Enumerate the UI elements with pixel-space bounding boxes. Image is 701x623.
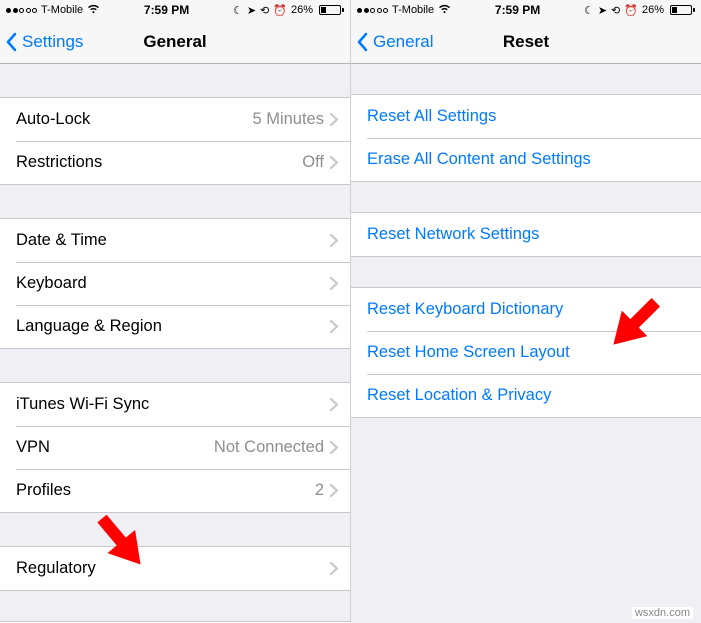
- chevron-right-icon: [330, 234, 338, 247]
- location-icon: ➤: [598, 4, 607, 17]
- row-label: Restrictions: [16, 153, 102, 172]
- row-label: Regulatory: [16, 559, 96, 578]
- row-label: VPN: [16, 438, 50, 457]
- row-reset-keyboard-dictionary[interactable]: Reset Keyboard Dictionary: [351, 288, 701, 331]
- back-label: General: [373, 32, 433, 52]
- nav-bar: Settings General: [0, 20, 350, 64]
- row-label: Date & Time: [16, 231, 107, 250]
- row-auto-lock[interactable]: Auto-Lock 5 Minutes: [0, 98, 350, 141]
- battery-icon: [317, 5, 344, 15]
- row-label: iTunes Wi-Fi Sync: [16, 395, 149, 414]
- moon-icon: ☾: [233, 4, 243, 17]
- chevron-right-icon: [330, 156, 338, 169]
- carrier-label: T-Mobile: [392, 4, 434, 16]
- row-label: Reset Keyboard Dictionary: [367, 300, 563, 319]
- signal-dots-icon: [357, 8, 388, 13]
- moon-icon: ☾: [584, 4, 594, 17]
- row-value: 2: [315, 481, 324, 500]
- row-label: Erase All Content and Settings: [367, 150, 591, 169]
- row-language-region[interactable]: Language & Region: [0, 305, 350, 348]
- row-restrictions[interactable]: Restrictions Off: [0, 141, 350, 184]
- location-icon: ➤: [247, 4, 256, 17]
- battery-pct: 26%: [642, 4, 664, 16]
- row-label: Reset Location & Privacy: [367, 386, 551, 405]
- battery-pct: 26%: [291, 4, 313, 16]
- row-label: Profiles: [16, 481, 71, 500]
- row-reset-all-settings[interactable]: Reset All Settings: [351, 95, 701, 138]
- row-itunes-wifi-sync[interactable]: iTunes Wi-Fi Sync: [0, 383, 350, 426]
- chevron-right-icon: [330, 441, 338, 454]
- reset-list[interactable]: Reset All Settings Erase All Content and…: [351, 64, 701, 623]
- status-bar: T-Mobile 7:59 PM ☾ ➤ ⟲ ⏰ 26%: [0, 0, 350, 20]
- row-date-time[interactable]: Date & Time: [0, 219, 350, 262]
- rotation-lock-icon: ⟲: [260, 4, 269, 17]
- row-regulatory[interactable]: Regulatory: [0, 547, 350, 590]
- carrier-label: T-Mobile: [41, 4, 83, 16]
- status-bar: T-Mobile 7:59 PM ☾ ➤ ⟲ ⏰ 26%: [351, 0, 701, 20]
- chevron-left-icon: [6, 32, 18, 52]
- chevron-right-icon: [330, 277, 338, 290]
- row-keyboard[interactable]: Keyboard: [0, 262, 350, 305]
- back-button[interactable]: Settings: [0, 32, 83, 52]
- back-label: Settings: [22, 32, 83, 52]
- row-vpn[interactable]: VPN Not Connected: [0, 426, 350, 469]
- wifi-icon: [87, 4, 100, 17]
- row-reset-location-privacy[interactable]: Reset Location & Privacy: [351, 374, 701, 417]
- row-value: Not Connected: [214, 438, 324, 457]
- chevron-right-icon: [330, 398, 338, 411]
- settings-list[interactable]: Auto-Lock 5 Minutes Restrictions Off Dat…: [0, 64, 350, 623]
- row-label: Reset All Settings: [367, 107, 496, 126]
- phone-general: T-Mobile 7:59 PM ☾ ➤ ⟲ ⏰ 26% Settings: [0, 0, 351, 623]
- alarm-icon: ⏰: [624, 4, 638, 17]
- row-erase-all-content[interactable]: Erase All Content and Settings: [351, 138, 701, 181]
- status-time: 7:59 PM: [495, 3, 540, 17]
- chevron-right-icon: [330, 113, 338, 126]
- nav-bar: General Reset: [351, 20, 701, 64]
- row-label: Language & Region: [16, 317, 162, 336]
- wifi-icon: [438, 4, 451, 17]
- alarm-icon: ⏰: [273, 4, 287, 17]
- status-time: 7:59 PM: [144, 3, 189, 17]
- signal-dots-icon: [6, 8, 37, 13]
- row-value: Off: [302, 153, 324, 172]
- row-value: 5 Minutes: [252, 110, 324, 129]
- back-button[interactable]: General: [351, 32, 433, 52]
- row-label: Reset Network Settings: [367, 225, 539, 244]
- row-label: Auto-Lock: [16, 110, 90, 129]
- chevron-left-icon: [357, 32, 369, 52]
- row-reset-network-settings[interactable]: Reset Network Settings: [351, 213, 701, 256]
- battery-icon: [668, 5, 695, 15]
- phone-reset: T-Mobile 7:59 PM ☾ ➤ ⟲ ⏰ 26% General: [351, 0, 701, 623]
- rotation-lock-icon: ⟲: [611, 4, 620, 17]
- row-label: Reset Home Screen Layout: [367, 343, 570, 362]
- row-profiles[interactable]: Profiles 2: [0, 469, 350, 512]
- watermark: wsxdn.com: [632, 607, 693, 619]
- chevron-right-icon: [330, 320, 338, 333]
- chevron-right-icon: [330, 562, 338, 575]
- row-label: Keyboard: [16, 274, 87, 293]
- row-reset-home-screen-layout[interactable]: Reset Home Screen Layout: [351, 331, 701, 374]
- chevron-right-icon: [330, 484, 338, 497]
